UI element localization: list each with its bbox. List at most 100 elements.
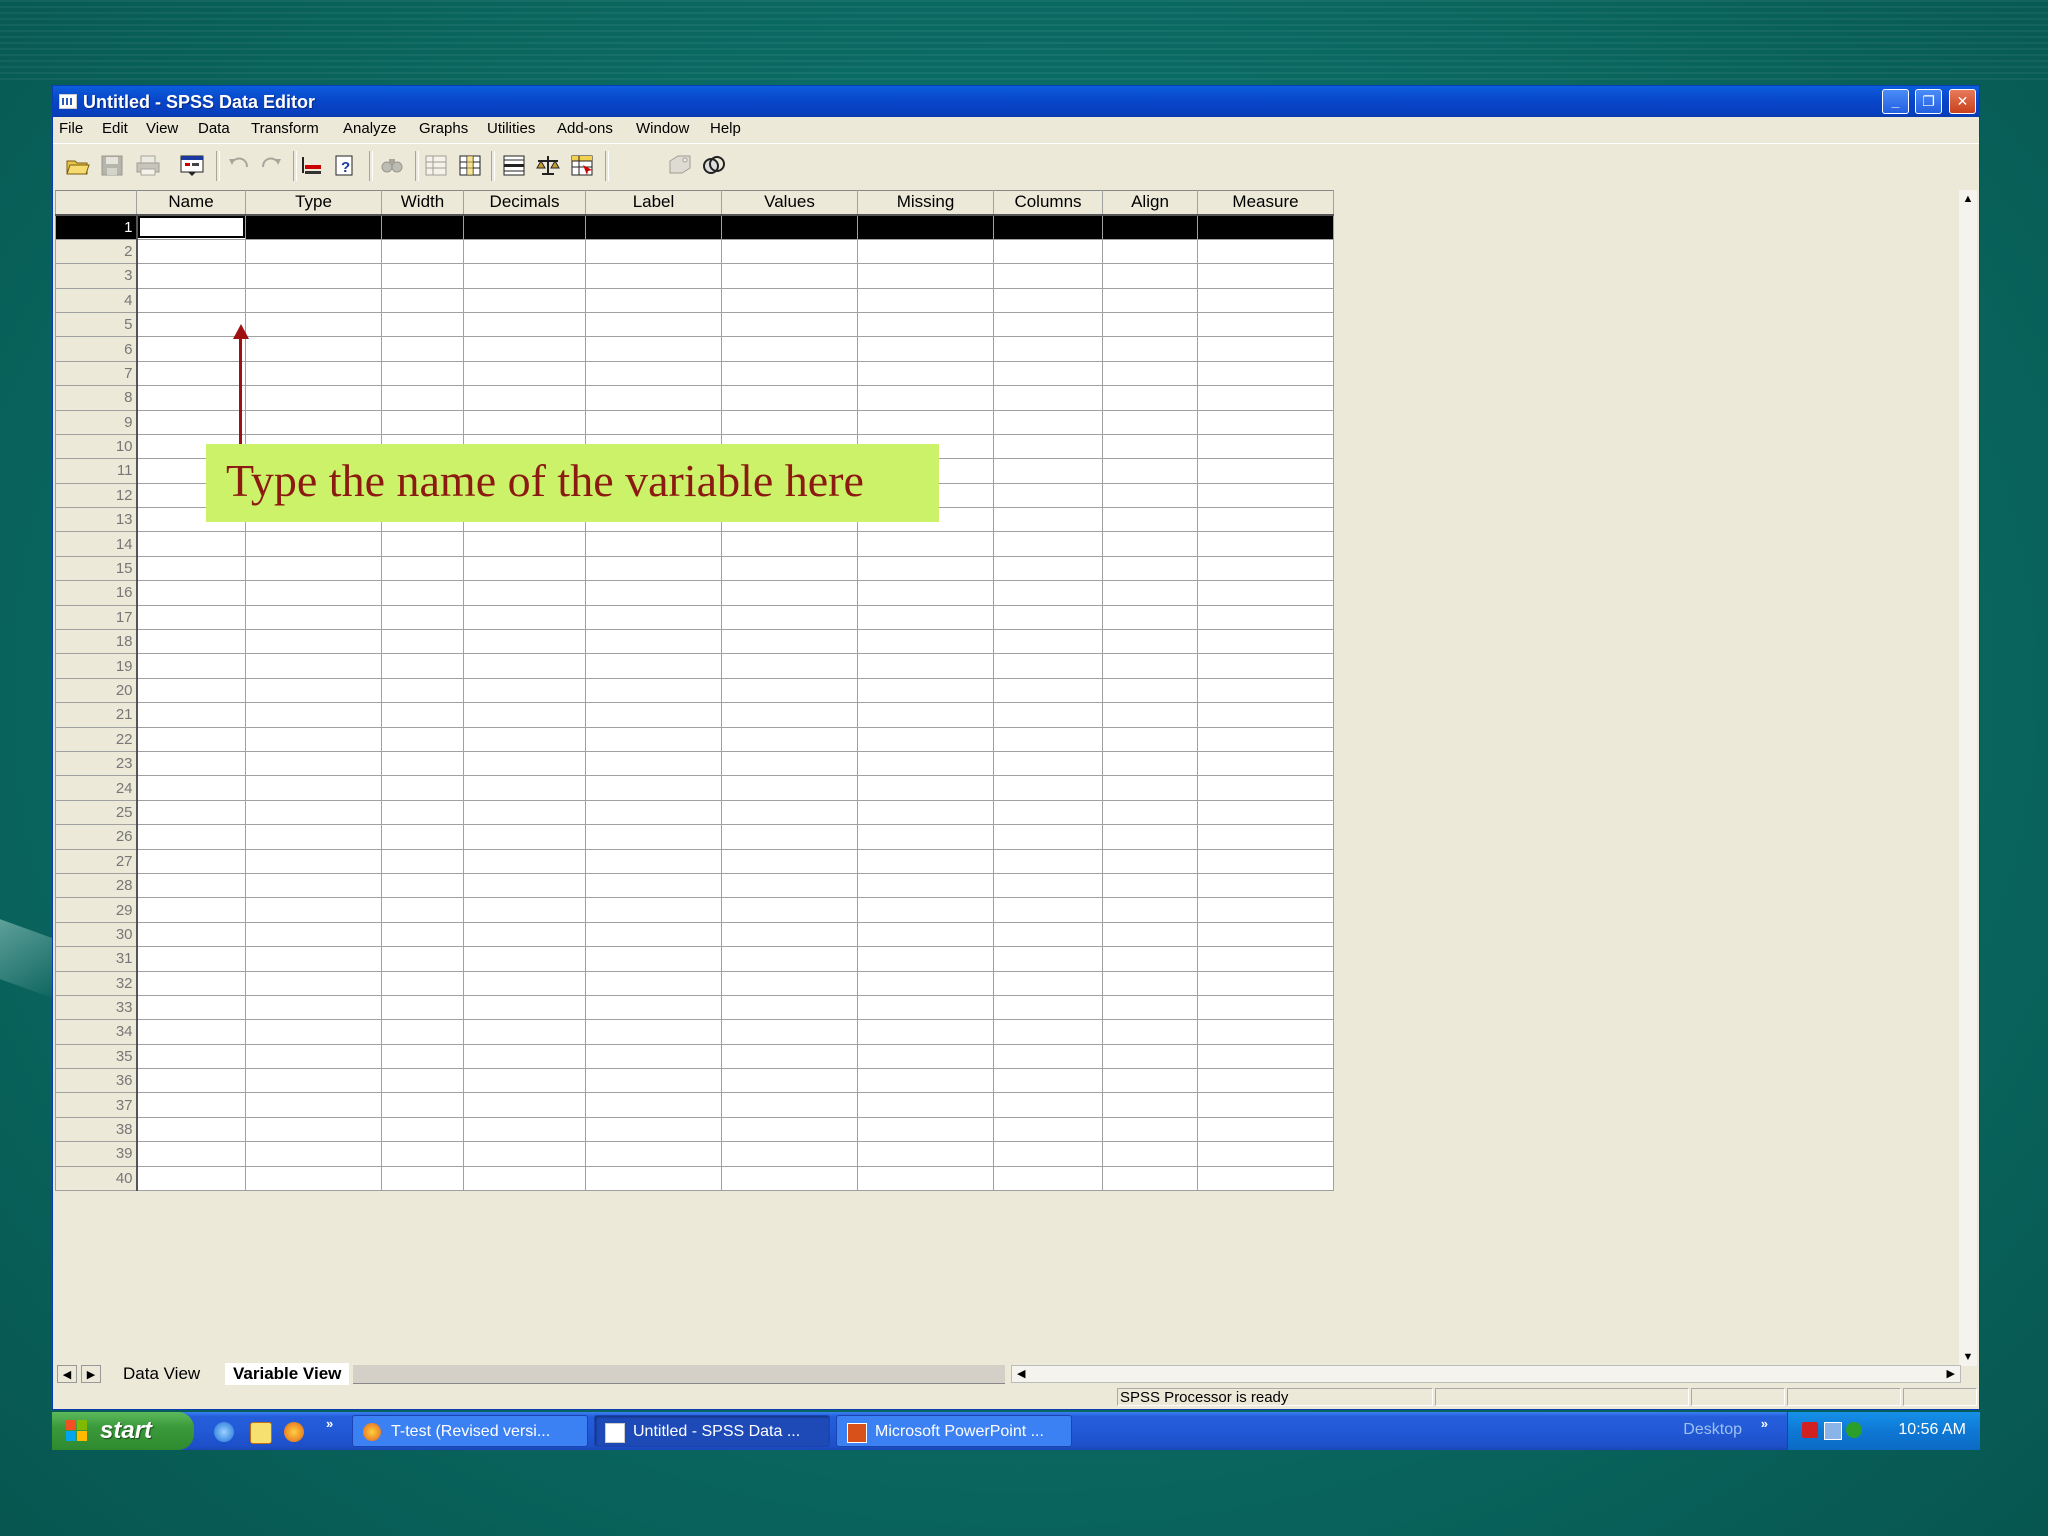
grid-cell[interactable] — [1102, 238, 1198, 265]
row-header[interactable]: 6 — [55, 336, 138, 362]
row-header[interactable]: 2 — [55, 238, 138, 265]
minimize-button[interactable]: _ — [1882, 89, 1909, 114]
row-header[interactable]: 40 — [55, 1165, 138, 1192]
row-header[interactable]: 18 — [55, 629, 138, 655]
grid-cell[interactable] — [993, 653, 1103, 679]
grid-cell[interactable] — [1102, 507, 1198, 533]
grid-cell[interactable] — [721, 750, 858, 777]
grid-cell[interactable] — [993, 604, 1103, 631]
grid-cell[interactable] — [381, 409, 464, 435]
grid-cell[interactable] — [245, 653, 382, 679]
grid-cell[interactable] — [245, 336, 382, 362]
grid-cell[interactable] — [1197, 653, 1334, 679]
grid-cell[interactable] — [993, 1116, 1103, 1143]
start-button[interactable]: start — [52, 1412, 194, 1450]
grid-cell[interactable] — [381, 555, 464, 582]
grid-cell[interactable] — [1102, 287, 1198, 313]
row-header[interactable]: 5 — [55, 311, 138, 338]
menu-help[interactable]: Help — [710, 120, 741, 137]
grid-cell[interactable] — [993, 433, 1103, 460]
grid-cell[interactable] — [1102, 433, 1198, 460]
grid-cell[interactable] — [381, 799, 464, 826]
grid-cell[interactable] — [585, 897, 722, 923]
grid-cell[interactable] — [381, 946, 464, 972]
grid-cell[interactable] — [463, 726, 586, 752]
grid-cell[interactable] — [993, 336, 1103, 362]
grid-cell[interactable] — [993, 970, 1103, 996]
grid-cell[interactable] — [1102, 1092, 1198, 1118]
grid-cell[interactable] — [1102, 1043, 1198, 1070]
row-header[interactable]: 14 — [55, 531, 138, 557]
grid-cell[interactable] — [136, 677, 246, 704]
grid-cell[interactable] — [857, 311, 994, 338]
grid-cell[interactable] — [993, 629, 1103, 655]
grid-cell[interactable] — [136, 214, 246, 240]
grid-cell[interactable] — [245, 946, 382, 972]
grid-cell[interactable] — [381, 360, 464, 387]
grid-cell[interactable] — [1197, 629, 1334, 655]
spss-app-icon[interactable] — [59, 94, 77, 109]
grid-cell[interactable] — [1102, 897, 1198, 923]
variables-button[interactable]: ? — [333, 153, 359, 177]
network-error-icon[interactable] — [1802, 1422, 1818, 1438]
grid-cell[interactable] — [721, 214, 858, 240]
grid-cell[interactable] — [721, 385, 858, 411]
grid-cell[interactable] — [585, 311, 722, 338]
grid-cell[interactable] — [463, 238, 586, 265]
grid-cell[interactable] — [463, 580, 586, 606]
grid-cell[interactable] — [993, 872, 1103, 899]
grid-cell[interactable] — [1102, 994, 1198, 1021]
grid-cell[interactable] — [1102, 311, 1198, 338]
use-sets-button[interactable] — [701, 153, 727, 177]
menu-utilities[interactable]: Utilities — [487, 120, 535, 137]
grid-cell[interactable] — [1197, 580, 1334, 606]
scroll-up-arrow-icon[interactable]: ▲ — [1959, 190, 1977, 208]
row-header[interactable]: 8 — [55, 385, 138, 411]
grid-cell[interactable] — [585, 1019, 722, 1045]
grid-cell[interactable] — [245, 1068, 382, 1094]
grid-cell[interactable] — [245, 1116, 382, 1143]
grid-cell[interactable] — [463, 409, 586, 435]
grid-cell[interactable] — [136, 287, 246, 313]
restore-button[interactable]: ❐ — [1915, 89, 1942, 114]
row-header[interactable]: 1 — [55, 214, 138, 240]
grid-cell[interactable] — [1197, 263, 1334, 289]
grid-cell[interactable] — [245, 311, 382, 338]
row-header[interactable]: 22 — [55, 726, 138, 752]
grid-cell[interactable] — [1102, 458, 1198, 484]
grid-cell[interactable] — [463, 604, 586, 631]
grid-cell[interactable] — [381, 872, 464, 899]
grid-cell[interactable] — [993, 555, 1103, 582]
grid-cell[interactable] — [857, 799, 994, 826]
grid-cell[interactable] — [1197, 1068, 1334, 1094]
row-header[interactable]: 33 — [55, 994, 138, 1021]
grid-cell[interactable] — [136, 263, 246, 289]
grid-cell[interactable] — [857, 677, 994, 704]
grid-cell[interactable] — [381, 677, 464, 704]
grid-cell[interactable] — [463, 897, 586, 923]
grid-cell[interactable] — [136, 994, 246, 1021]
grid-cell[interactable] — [721, 238, 858, 265]
grid-cell[interactable] — [1102, 629, 1198, 655]
grid-cell[interactable] — [136, 531, 246, 557]
grid-cell[interactable] — [721, 970, 858, 996]
grid-cell[interactable] — [245, 970, 382, 996]
grid-cell[interactable] — [585, 1068, 722, 1094]
grid-cell[interactable] — [245, 677, 382, 704]
grid-cell[interactable] — [993, 702, 1103, 728]
grid-cell[interactable] — [721, 1068, 858, 1094]
grid-cell[interactable] — [721, 287, 858, 313]
grid-cell[interactable] — [463, 1019, 586, 1045]
grid-cell[interactable] — [463, 946, 586, 972]
row-header[interactable]: 20 — [55, 677, 138, 704]
grid-cell[interactable] — [721, 1165, 858, 1192]
grid-cell[interactable] — [136, 702, 246, 728]
row-header[interactable]: 38 — [55, 1116, 138, 1143]
menu-data[interactable]: Data — [198, 120, 230, 137]
grid-cell[interactable] — [585, 580, 722, 606]
grid-cell[interactable] — [585, 1116, 722, 1143]
grid-cell[interactable] — [721, 848, 858, 874]
grid-cell[interactable] — [585, 726, 722, 752]
grid-cell[interactable] — [721, 409, 858, 435]
desktop-toolbar-label[interactable]: Desktop — [1683, 1421, 1742, 1439]
